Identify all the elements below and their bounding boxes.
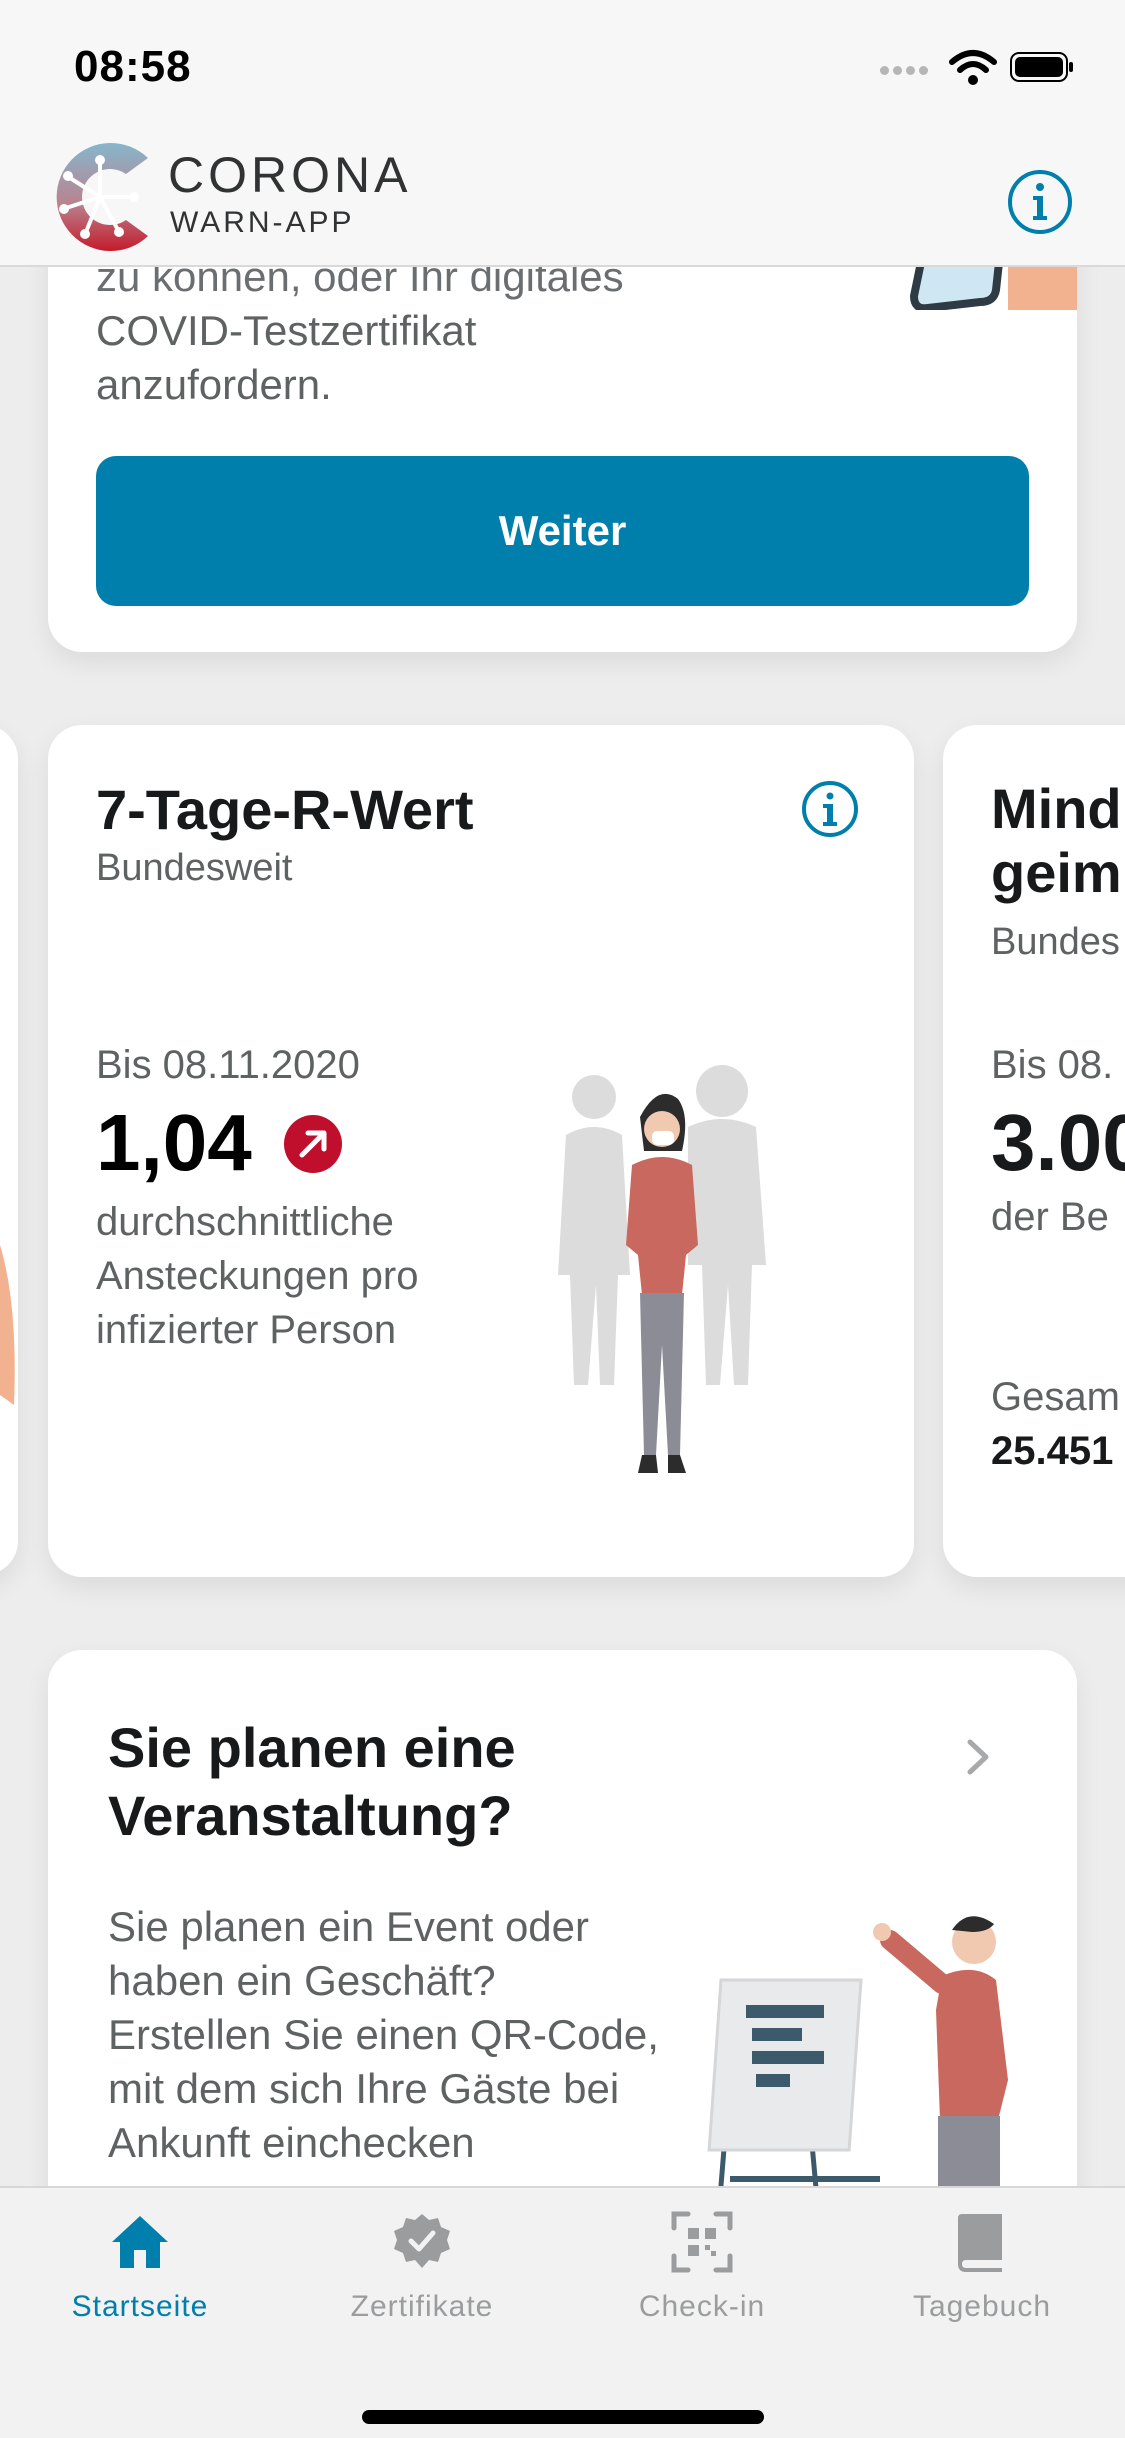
next-card-title: Mind geim [991,777,1125,905]
trend-up-arrow-icon [284,1115,342,1173]
r-value-description: durchschnittliche Ansteckungen pro infiz… [96,1200,419,1352]
next-card-title-line1: Mind [991,777,1122,840]
corona-warn-app-logo-icon [56,143,148,251]
next-card-subtitle: Bundes [991,921,1120,963]
chevron-right-icon [967,1739,989,1775]
weiter-button[interactable]: Weiter [96,456,1029,606]
battery-icon [1010,52,1073,82]
next-card-total-label: Gesam [991,1375,1120,1419]
diary-book-icon [958,2214,1002,2272]
info-icon[interactable] [1006,168,1074,236]
intro-text-line2: COVID-Testzertifikat [96,307,477,354]
status-time: 08:58 [74,42,192,91]
intro-text-line3: anzufordern. [96,361,332,408]
people-illustration [558,1065,766,1473]
r-value-card: 7-Tage-R-Wert Bundesweit Bis 08.11.2020 … [48,725,914,1577]
r-value-subtitle: Bundesweit [96,847,293,889]
event-card-title: Sie planen eine Veranstaltung? [108,1716,516,1847]
home-icon [112,2216,168,2268]
next-card-date: Bis 08. [991,1043,1114,1087]
next-card-description: der Be [991,1195,1109,1239]
tab-label: Zertifikate [350,2290,494,2323]
tab-label: Startseite [71,2290,209,2323]
tab-check-in[interactable]: Check-in [582,2210,822,2340]
next-stat-card[interactable]: Mind geim Bundes Bis 08. 3.00 der Be Ges… [943,725,1125,1577]
intro-text: zu können, oder Ihr digitales COVID-Test… [96,250,736,412]
previous-card-illustration [0,1245,15,1405]
wifi-icon [949,50,997,85]
tab-label: Tagebuch [912,2290,1052,2323]
tab-label: Check-in [638,2290,766,2323]
qr-scan-icon [671,2211,733,2273]
previous-stat-card[interactable] [0,725,18,1575]
info-icon[interactable] [800,779,860,839]
event-card-description: Sie planen ein Event oder haben ein Gesc… [108,1903,659,2166]
brand-name-line2: WARN-APP [170,206,355,239]
r-value-title: 7-Tage-R-Wert [96,778,474,841]
r-value-number: 1,04 [96,1098,252,1187]
home-indicator[interactable] [362,2410,764,2424]
top-bar: 08:58 CORONA WARN-APP [0,0,1125,267]
tab-tagebuch[interactable]: Tagebuch [862,2210,1102,2340]
next-card-total-value: 25.451 [991,1429,1114,1473]
tab-startseite[interactable]: Startseite [20,2210,260,2340]
bottom-tab-bar: Startseite Zertifikate Check-in Tagebuch [0,2186,1125,2438]
home-scroll-view[interactable]: zu können, oder Ihr digitales COVID-Test… [0,0,1125,2436]
next-card-title-line2: geim [991,841,1122,904]
certificate-badge-icon [394,2214,450,2268]
tab-zertifikate[interactable]: Zertifikate [302,2210,542,2340]
r-value-date: Bis 08.11.2020 [96,1043,360,1087]
next-card-value: 3.00 [991,1098,1125,1187]
cellular-signal-icon [880,62,940,78]
brand-name-line1: CORONA [168,147,412,203]
